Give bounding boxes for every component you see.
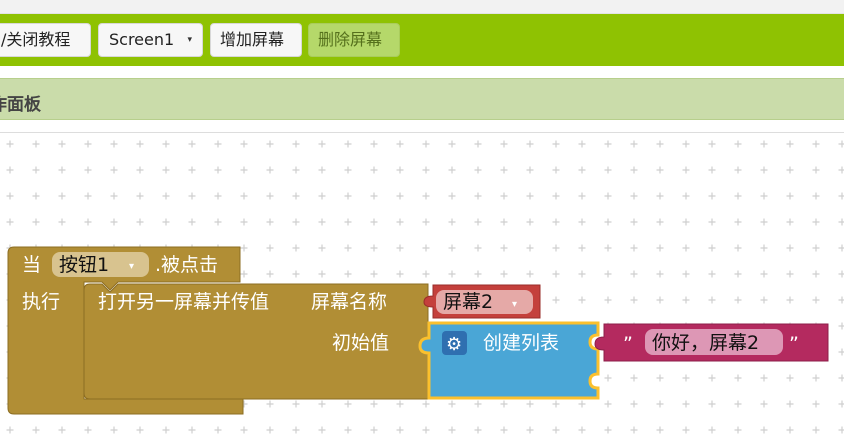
open-screen-block[interactable]: 打开另一屏幕并传值 屏幕名称 初始值 — [83, 283, 429, 400]
open-quote: ” — [623, 333, 633, 355]
screen-dropdown[interactable]: 屏幕2 ▾ — [436, 290, 533, 314]
make-list-label: 创建列表 — [483, 332, 559, 354]
text-field[interactable]: 你好，屏幕2 — [645, 329, 783, 355]
delete-screen-button[interactable]: 删除屏幕 — [308, 23, 400, 57]
event-name-label: .被点击 — [155, 254, 218, 276]
text-string-block[interactable]: ” 你好，屏幕2 ” — [594, 323, 829, 362]
gear-icon: ⚙ — [446, 334, 462, 355]
screen-name-value: 屏幕2 — [443, 291, 493, 313]
open-screen-label: 打开另一屏幕并传值 — [98, 291, 269, 313]
add-screen-button[interactable]: 增加屏幕 — [210, 23, 302, 57]
start-value-label: 初始值 — [332, 332, 389, 354]
screen-name-label: 屏幕名称 — [311, 291, 387, 313]
event-do-label: 执行 — [22, 291, 60, 313]
mutator-gear-icon[interactable]: ⚙ — [442, 331, 467, 355]
event-when-label: 当 — [22, 254, 41, 276]
chevron-down-icon: ▾ — [187, 35, 192, 45]
panel-title: 作面板 — [0, 95, 41, 115]
toggle-tutorial-button[interactable]: /关闭教程 — [0, 23, 91, 57]
screen-select-label: Screen1 — [109, 30, 175, 49]
text-value: 你好，屏幕2 — [652, 332, 759, 354]
close-quote: ” — [789, 333, 799, 355]
spacer — [0, 66, 844, 78]
screen-select-dropdown[interactable]: Screen1 ▾ — [98, 23, 203, 57]
component-name: 按钮1 — [59, 254, 109, 276]
panel-header: 作面板 — [0, 78, 844, 120]
chevron-down-icon: ▾ — [512, 299, 517, 310]
designer-toolbar: /关闭教程 Screen1 ▾ 增加屏幕 删除屏幕 — [0, 14, 844, 66]
chevron-down-icon: ▾ — [129, 261, 134, 272]
component-dropdown[interactable]: 按钮1 ▾ — [52, 252, 149, 277]
blocks-canvas[interactable]: 当 按钮1 ▾ .被点击 执行 打开另一屏幕并传值 屏幕名称 初始值 屏幕2 ▾ — [0, 133, 844, 434]
make-list-block[interactable]: ⚙ 创建列表 — [418, 321, 600, 400]
screen-value-block[interactable]: 屏幕2 ▾ — [423, 284, 541, 319]
window-top-strip — [0, 0, 844, 14]
blocks-workspace[interactable]: 当 按钮1 ▾ .被点击 执行 打开另一屏幕并传值 屏幕名称 初始值 屏幕2 ▾ — [0, 132, 844, 434]
